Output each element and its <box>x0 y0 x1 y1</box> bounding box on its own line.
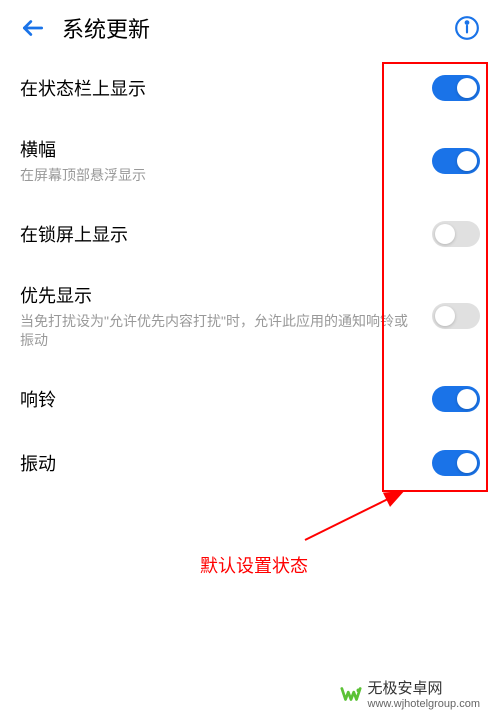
toggle-lockscreen[interactable] <box>432 221 480 247</box>
setting-label: 响铃 <box>20 386 412 412</box>
setting-label: 振动 <box>20 450 412 476</box>
header: 系统更新 <box>0 0 500 56</box>
back-icon[interactable] <box>20 15 46 41</box>
toggle-status-bar[interactable] <box>432 75 480 101</box>
toggle-vibrate[interactable] <box>432 450 480 476</box>
settings-list: 在状态栏上显示 横幅 在屏幕顶部悬浮显示 在锁屏上显示 优先显示 当免打扰设为"… <box>0 56 500 495</box>
setting-label: 在状态栏上显示 <box>20 75 412 101</box>
setting-item-priority: 优先显示 当免打扰设为"允许优先内容打扰"时，允许此应用的通知响铃或振动 <box>0 266 500 367</box>
toggle-banner[interactable] <box>432 148 480 174</box>
toggle-priority[interactable] <box>432 303 480 329</box>
setting-label: 在锁屏上显示 <box>20 221 412 247</box>
watermark-title: 无极安卓网 <box>368 677 481 698</box>
info-icon[interactable] <box>454 15 480 41</box>
setting-item-ring: 响铃 <box>0 367 500 431</box>
annotation-default-state: 默认设置状态 <box>200 552 308 578</box>
setting-item-status-bar: 在状态栏上显示 <box>0 56 500 120</box>
setting-item-banner: 横幅 在屏幕顶部悬浮显示 <box>0 120 500 202</box>
setting-label: 优先显示 <box>20 282 412 308</box>
setting-item-lockscreen: 在锁屏上显示 <box>0 202 500 266</box>
watermark-url: www.wjhotelgroup.com <box>368 698 481 710</box>
watermark: 无极安卓网 www.wjhotelgroup.com <box>340 677 481 710</box>
setting-label: 横幅 <box>20 136 412 162</box>
annotation-arrow-icon <box>295 490 405 550</box>
setting-item-vibrate: 振动 <box>0 431 500 495</box>
watermark-logo-icon <box>340 683 362 705</box>
setting-desc: 当免打扰设为"允许优先内容打扰"时，允许此应用的通知响铃或振动 <box>20 312 412 351</box>
setting-desc: 在屏幕顶部悬浮显示 <box>20 166 412 186</box>
page-title: 系统更新 <box>62 12 454 44</box>
toggle-ring[interactable] <box>432 386 480 412</box>
